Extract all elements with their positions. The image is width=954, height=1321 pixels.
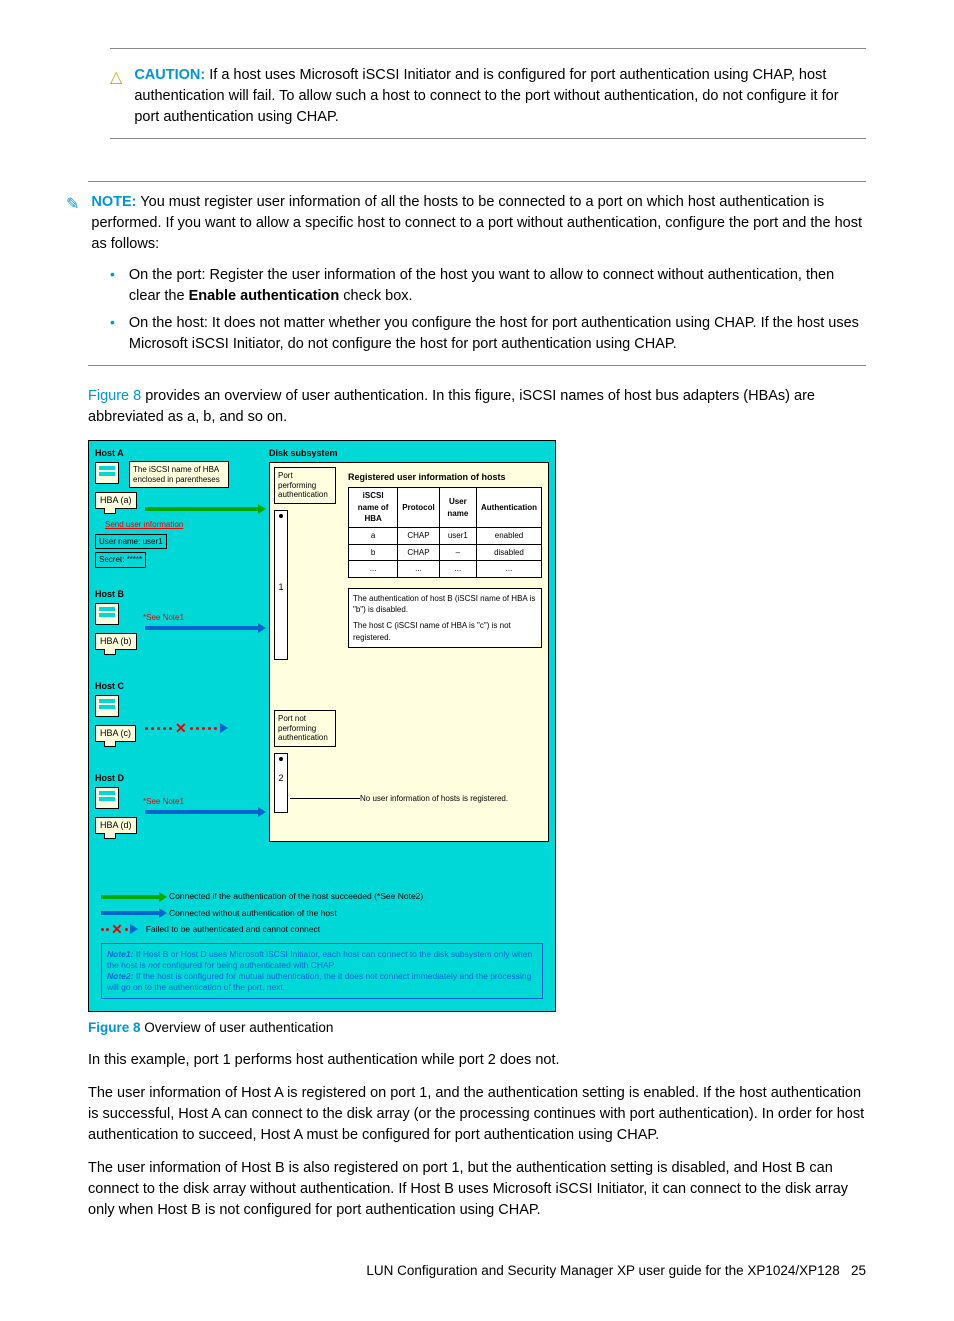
figure-notes: Note1: If Host B or Host D uses Microsof…: [101, 943, 543, 999]
port-1: 1: [274, 510, 288, 660]
hba-a: HBA (a): [95, 492, 137, 509]
legend-3: Failed to be authenticated and cannot co…: [146, 923, 320, 935]
caution-text: If a host uses Microsoft iSCSI Initiator…: [134, 67, 838, 125]
caution-label: CAUTION:: [134, 67, 205, 83]
bullet-dot-icon: •: [110, 265, 115, 307]
figure-caption: Figure 8 Overview of user authentication: [88, 1018, 866, 1038]
arrow-icon: [220, 723, 228, 733]
bullet-1: On the port: Register the user informati…: [129, 265, 866, 307]
disk-subsystem-label: Disk subsystem: [269, 447, 549, 460]
computer-icon: [95, 603, 119, 625]
see-note1: *See Note1: [143, 612, 184, 624]
arrow-green-icon: [101, 895, 161, 899]
computer-icon: [95, 462, 119, 484]
port-2-label: Port not performing authentication: [274, 710, 336, 747]
secret-box: Secret: *****: [95, 552, 146, 568]
computer-icon: [95, 787, 119, 809]
figure-8-link[interactable]: Figure 8: [88, 388, 141, 404]
caution-body: CAUTION: If a host uses Microsoft iSCSI …: [134, 65, 866, 128]
page-footer: LUN Configuration and Security Manager X…: [88, 1261, 866, 1281]
hba-d: HBA (d): [95, 817, 137, 834]
no-user-info: No user information of hosts is register…: [360, 793, 508, 805]
port-2: 2: [274, 753, 288, 813]
note-block: ✎ NOTE: You must register user informati…: [66, 192, 866, 255]
legend-2: Connected without authentication of the …: [169, 907, 337, 919]
note-body: NOTE: You must register user information…: [91, 192, 866, 255]
host-b-label: Host B: [95, 588, 263, 601]
host-a-label: Host A: [95, 447, 263, 460]
note-icon: ✎: [66, 193, 79, 255]
hba-b: HBA (b): [95, 633, 137, 650]
intro-paragraph: Figure 8 provides an overview of user au…: [88, 386, 866, 428]
arrow-fail-icon: ✕: [101, 923, 138, 935]
computer-icon: [95, 695, 119, 717]
figure-8: Host A The iSCSI name of HBA enclosed in…: [88, 440, 556, 1012]
paragraph-2: The user information of Host A is regist…: [88, 1083, 866, 1146]
note-intro: You must register user information of al…: [91, 194, 862, 252]
caution-icon: △: [110, 66, 122, 128]
send-info-label: Send user information: [105, 519, 263, 531]
note-bullets: • On the port: Register the user informa…: [110, 265, 866, 355]
caution-block: △ CAUTION: If a host uses Microsoft iSCS…: [88, 65, 866, 128]
iscsi-note: The iSCSI name of HBA enclosed in parent…: [129, 461, 229, 488]
host-c-label: Host C: [95, 680, 263, 693]
port-1-label: Port performing authentication: [274, 467, 336, 504]
paragraph-3: The user information of Host B is also r…: [88, 1158, 866, 1221]
arrow-blue-icon: [101, 911, 161, 915]
auth-notes: The authentication of host B (iSCSI name…: [348, 588, 542, 648]
reg-table-title: Registered user information of hosts: [348, 471, 542, 484]
bullet-dot-icon: •: [110, 313, 115, 355]
host-d-label: Host D: [95, 772, 263, 785]
disk-subsystem-box: Port performing authentication 1 Port no…: [269, 462, 549, 842]
figure-legend: Connected if the authentication of the h…: [95, 884, 549, 1005]
note-label: NOTE:: [91, 194, 136, 210]
hba-c: HBA (c): [95, 725, 136, 742]
see-note1: *See Note1: [143, 796, 184, 808]
bullet-2: On the host: It does not matter whether …: [129, 313, 866, 355]
paragraph-1: In this example, port 1 performs host au…: [88, 1050, 866, 1071]
username-box: User name: user1: [95, 534, 167, 550]
legend-1: Connected if the authentication of the h…: [169, 890, 423, 902]
x-icon: ✕: [175, 718, 187, 738]
registered-hosts-table: iSCSI name of HBA Protocol User name Aut…: [348, 487, 542, 578]
page-number: 25: [851, 1263, 866, 1278]
